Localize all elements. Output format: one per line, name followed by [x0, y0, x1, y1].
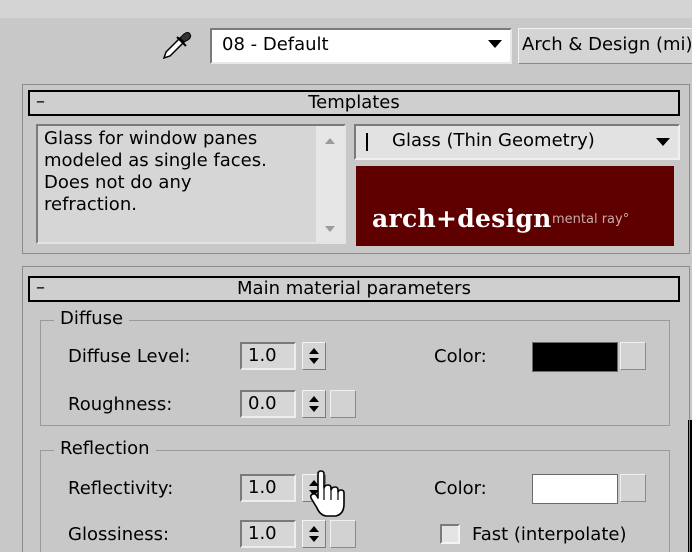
material-type-label: Arch & Design (mi) [522, 34, 692, 55]
arch-design-logo: arch+design mental ray° [356, 166, 674, 246]
glossiness-spinner[interactable] [302, 520, 326, 548]
spinner-down-icon [309, 536, 319, 542]
spinner-up-icon [309, 348, 319, 354]
glossiness-field[interactable]: 1.0 [240, 520, 296, 548]
collapse-icon: – [36, 91, 45, 112]
roughness-spinner[interactable] [302, 390, 326, 418]
spinner-up-icon [309, 526, 319, 532]
fast-interpolate-label: Fast (interpolate) [472, 524, 627, 545]
templates-title: Templates [308, 92, 400, 113]
material-name-dropdown[interactable]: 08 - Default [210, 28, 512, 64]
reflectivity-label: Reflectivity: [68, 478, 174, 499]
template-selected-value: Glass (Thin Geometry) [392, 130, 595, 151]
diffuse-level-field[interactable]: 1.0 [240, 342, 296, 370]
logo-sub-text: mental ray° [552, 212, 630, 227]
glossiness-label: Glossiness: [68, 524, 170, 545]
template-dropdown[interactable]: Glass (Thin Geometry) [354, 124, 680, 160]
roughness-label: Roughness: [68, 394, 173, 415]
glossiness-map-button[interactable] [330, 520, 356, 548]
reflectivity-field[interactable]: 1.0 [240, 474, 296, 502]
main-params-rollout-header[interactable]: – Main material parameters [28, 276, 680, 302]
description-line: modeled as single faces. [44, 150, 267, 171]
description-line: Does not do any [44, 172, 192, 193]
spinner-down-icon [309, 358, 319, 364]
spinner-down-icon [309, 406, 319, 412]
reflection-color-swatch[interactable] [532, 474, 618, 504]
material-name-value: 08 - Default [222, 34, 329, 55]
scroll-down-icon[interactable] [325, 226, 335, 232]
spinner-up-icon [309, 396, 319, 402]
diffuse-color-swatch[interactable] [532, 342, 618, 372]
reflection-group-label: Reflection [54, 438, 156, 460]
description-line: Glass for window panes [44, 128, 258, 149]
description-line: refraction. [44, 194, 137, 215]
dropdown-arrow-icon [488, 40, 502, 48]
collapse-icon: – [36, 277, 45, 298]
scroll-up-icon[interactable] [325, 138, 335, 144]
diffuse-group-label: Diffuse [54, 308, 130, 330]
text-caret [366, 133, 368, 151]
template-description-box: Glass for window panes modeled as single… [36, 124, 346, 244]
fast-interpolate-checkbox[interactable] [440, 524, 460, 544]
main-params-title: Main material parameters [237, 278, 471, 299]
diffuse-color-label: Color: [434, 346, 487, 367]
roughness-map-button[interactable] [330, 390, 356, 418]
dropdown-arrow-icon [656, 138, 670, 146]
material-type-button[interactable]: Arch & Design (mi) [518, 28, 692, 64]
diffuse-level-spinner[interactable] [302, 342, 326, 370]
description-scrollbar[interactable] [316, 126, 344, 242]
templates-rollout-header[interactable]: – Templates [28, 90, 680, 116]
roughness-field[interactable]: 0.0 [240, 390, 296, 418]
reflection-color-label: Color: [434, 478, 487, 499]
hand-cursor-icon [308, 470, 348, 520]
top-toolbar-strip [0, 0, 692, 18]
diffuse-color-map-button[interactable] [620, 342, 646, 370]
logo-main-text: arch+design [372, 204, 552, 233]
diffuse-level-label: Diffuse Level: [68, 346, 191, 367]
template-description-text: Glass for window panes modeled as single… [38, 126, 316, 242]
eyedropper-icon[interactable] [158, 28, 194, 62]
reflection-color-map-button[interactable] [620, 474, 646, 502]
